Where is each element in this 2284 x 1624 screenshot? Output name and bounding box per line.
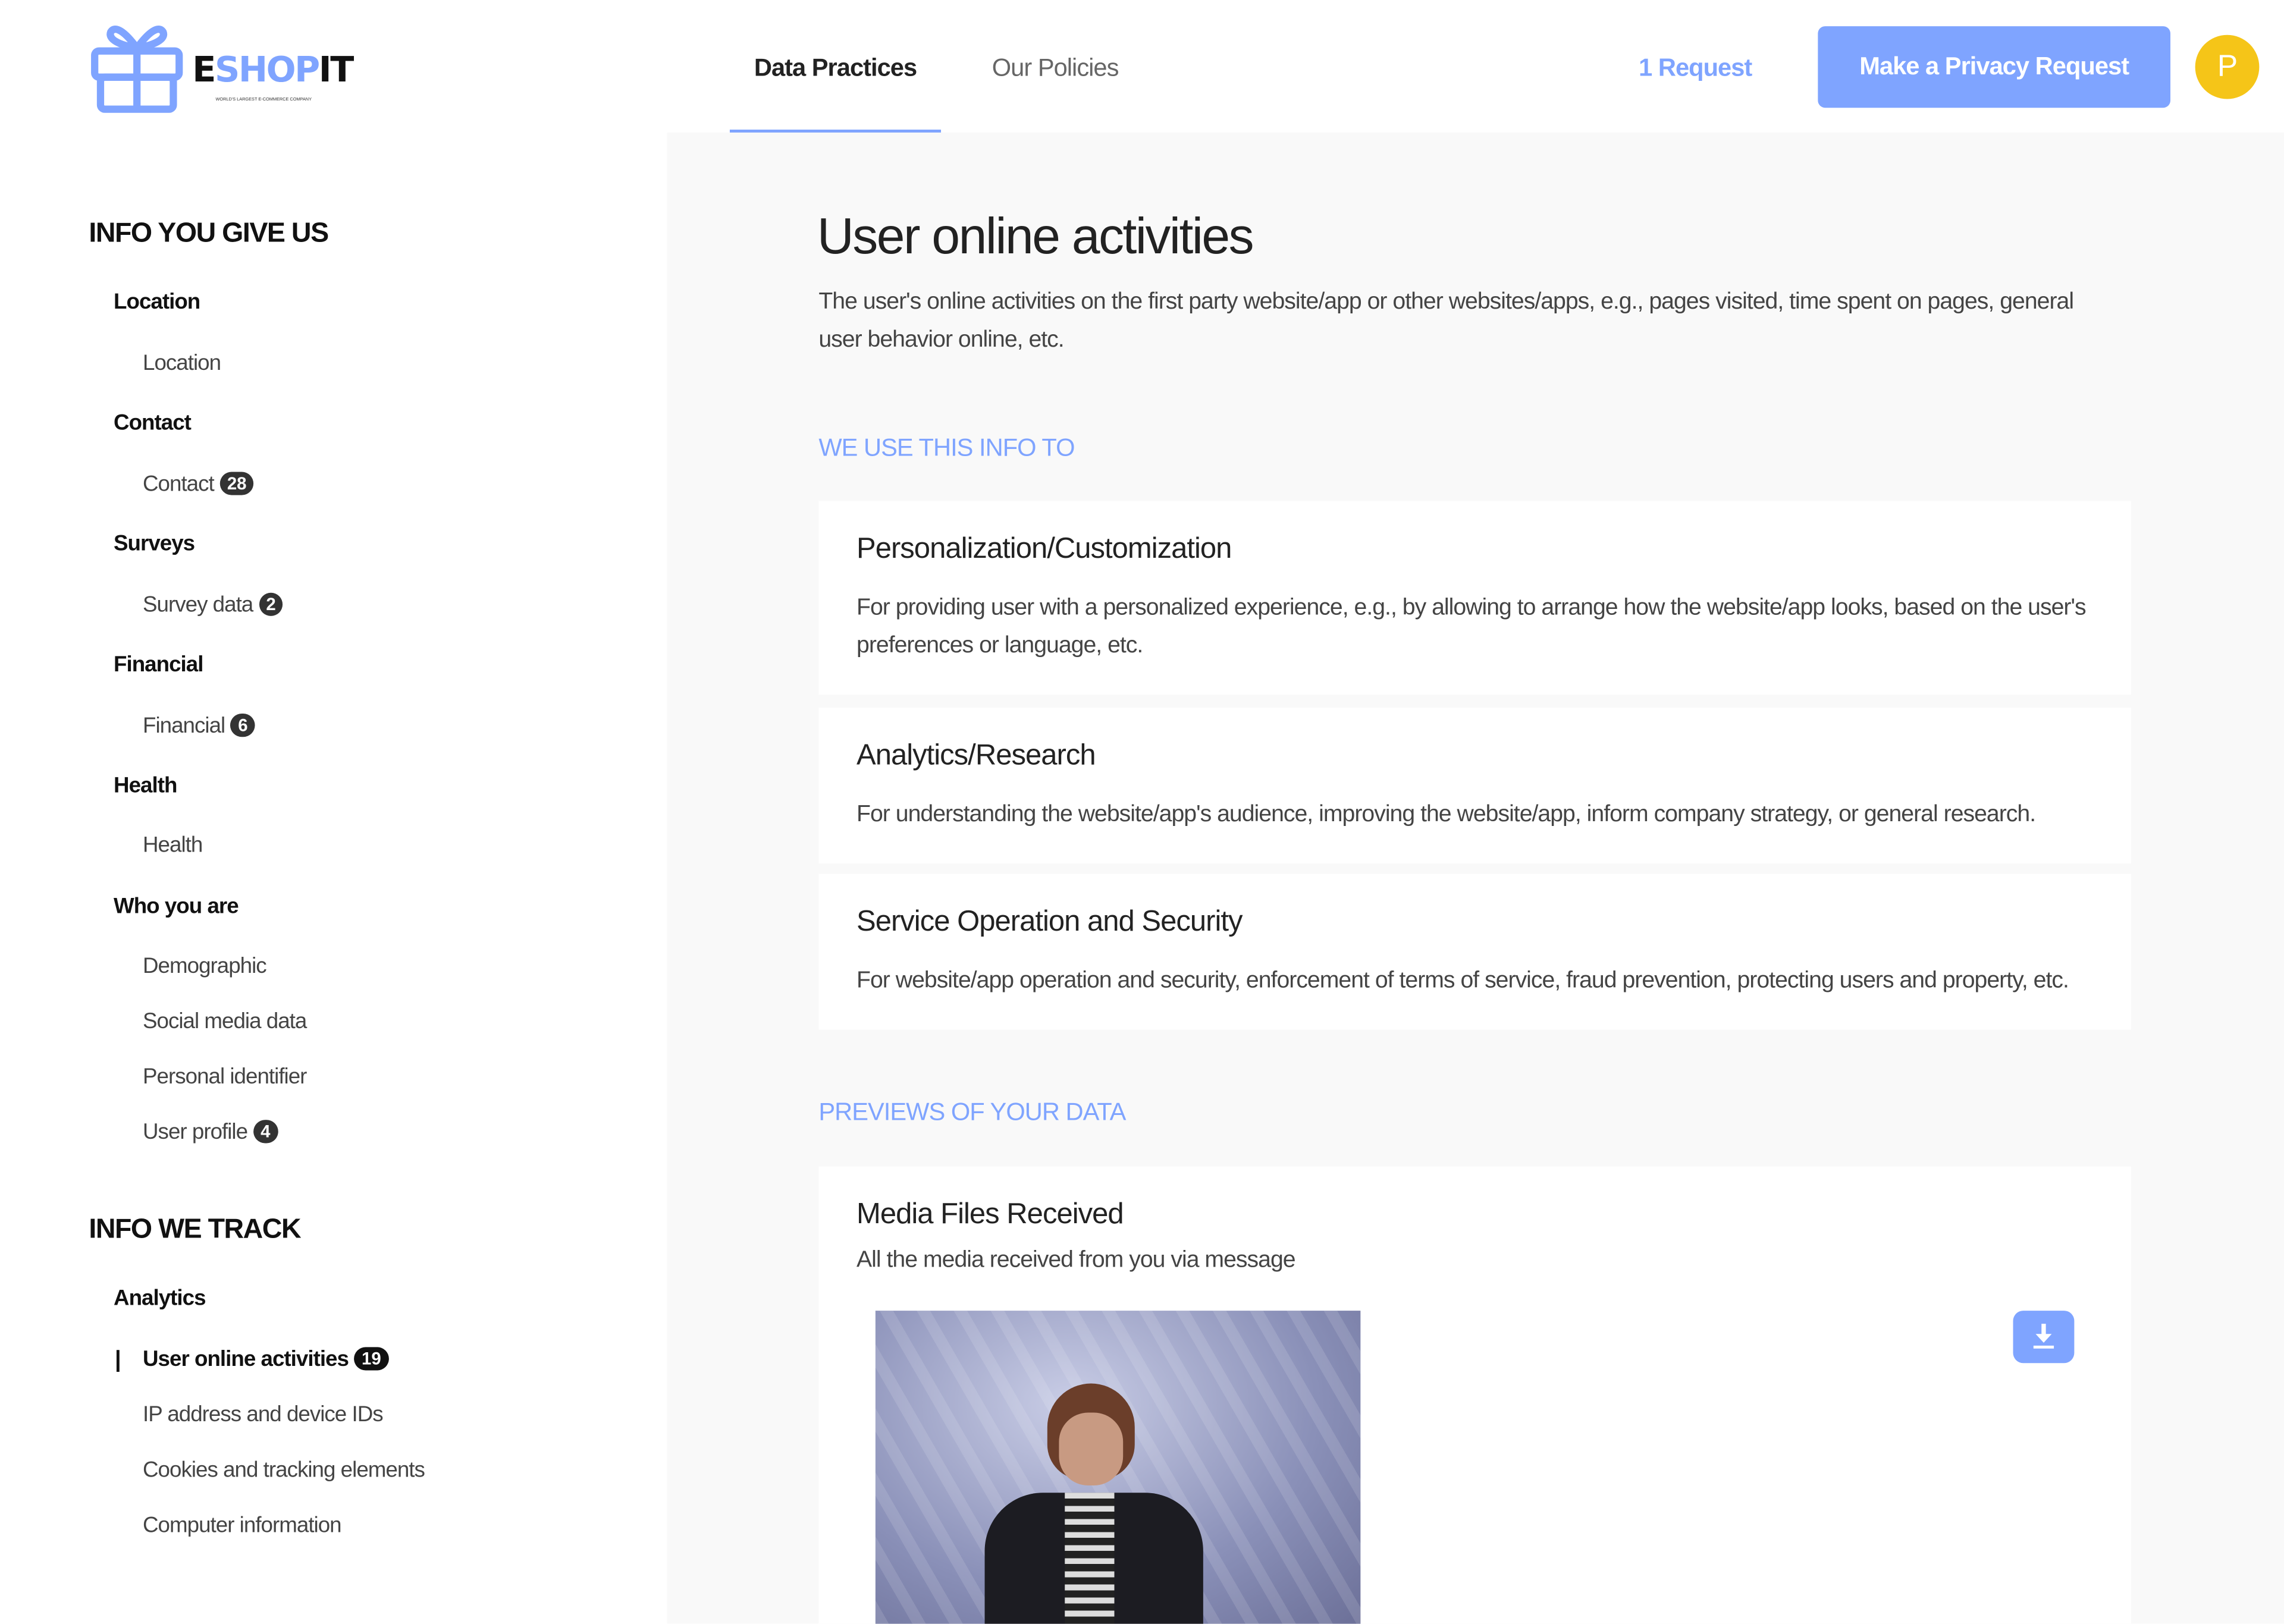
use-title: Personalization/Customization	[857, 533, 1232, 566]
sidebar-item[interactable]: Financial 6	[143, 714, 255, 739]
preview-card: Media Files Received All the media recei…	[818, 1166, 2131, 1624]
page-description: The user's online activities on the firs…	[818, 290, 2074, 353]
use-card: Service Operation and Security For websi…	[818, 874, 2131, 1030]
sidebar-category[interactable]: Financial	[114, 652, 203, 677]
sidebar-item[interactable]: IP address and device IDs	[143, 1402, 384, 1427]
tab-data-practices[interactable]: Data Practices	[729, 0, 942, 134]
count-badge: 19	[354, 1347, 388, 1371]
make-privacy-request-button[interactable]: Make a Privacy Request	[1818, 26, 2171, 108]
sidebar-category[interactable]: Health	[114, 773, 177, 798]
sidebar-item[interactable]: User profile 4	[143, 1120, 278, 1145]
download-button[interactable]	[2013, 1311, 2075, 1364]
sidebar-item[interactable]: Personal identifier	[143, 1064, 307, 1089]
count-badge: 4	[253, 1120, 278, 1144]
sidebar-category[interactable]: Who you are	[114, 894, 239, 919]
sidebar-item[interactable]: Cookies and tracking elements	[143, 1457, 425, 1482]
page-title: User online activities	[817, 208, 1254, 265]
section-heading-uses: WE USE THIS INFO TO	[818, 434, 1075, 462]
sidebar-group-title: INFO YOU GIVE US	[89, 218, 329, 249]
count-badge: 28	[219, 472, 254, 495]
requests-link[interactable]: 1 Request	[1639, 54, 1752, 83]
sidebar-item[interactable]: Health	[143, 833, 203, 858]
use-description: For providing user with a personalized e…	[857, 595, 2087, 658]
download-icon	[2033, 1324, 2054, 1349]
use-title: Analytics/Research	[857, 740, 1096, 772]
active-item-indicator	[116, 1350, 120, 1372]
gift-icon	[91, 26, 183, 113]
sidebar-item[interactable]: Location	[143, 351, 221, 376]
sidebar-category[interactable]: Location	[114, 290, 200, 315]
sidebar-item[interactable]: Survey data 2	[143, 592, 283, 617]
logo[interactable]: ESHOPIT WORLD'S LARGEST E-COMMERCE COMPA…	[90, 17, 354, 117]
count-badge: 6	[231, 714, 255, 737]
sidebar-item-active[interactable]: User online activities 19	[143, 1347, 388, 1372]
use-card: Personalization/Customization For provid…	[818, 501, 2131, 695]
preview-description: All the media received from you via mess…	[857, 1248, 1296, 1273]
sidebar-item[interactable]: Demographic	[143, 954, 267, 979]
use-description: For website/app operation and security, …	[857, 968, 2069, 994]
media-preview-image[interactable]	[875, 1311, 1361, 1624]
sidebar-item[interactable]: Computer information	[143, 1513, 342, 1538]
logo-tagline: WORLD'S LARGEST E-COMMERCE COMPANY	[215, 96, 312, 102]
avatar[interactable]: P	[2195, 34, 2260, 99]
sidebar-item[interactable]: Social media data	[143, 1009, 307, 1034]
sidebar-item[interactable]: Contact 28	[143, 472, 254, 497]
tab-label: Data Practices	[754, 54, 917, 82]
sidebar-category[interactable]: Analytics	[114, 1286, 206, 1311]
sidebar-group-title: INFO WE TRACK	[89, 1214, 301, 1245]
sidebar-category[interactable]: Surveys	[114, 532, 195, 557]
preview-title: Media Files Received	[857, 1198, 1124, 1231]
count-badge: 2	[259, 592, 283, 616]
use-card: Analytics/Research For understanding the…	[818, 708, 2131, 864]
tab-our-policies[interactable]: Our Policies	[992, 54, 1119, 83]
sidebar-category[interactable]: Contact	[114, 411, 192, 436]
use-title: Service Operation and Security	[857, 906, 1243, 938]
section-heading-previews: PREVIEWS OF YOUR DATA	[818, 1098, 1126, 1126]
logo-wordmark: ESHOPIT	[192, 49, 354, 90]
use-description: For understanding the website/app's audi…	[857, 802, 2036, 828]
